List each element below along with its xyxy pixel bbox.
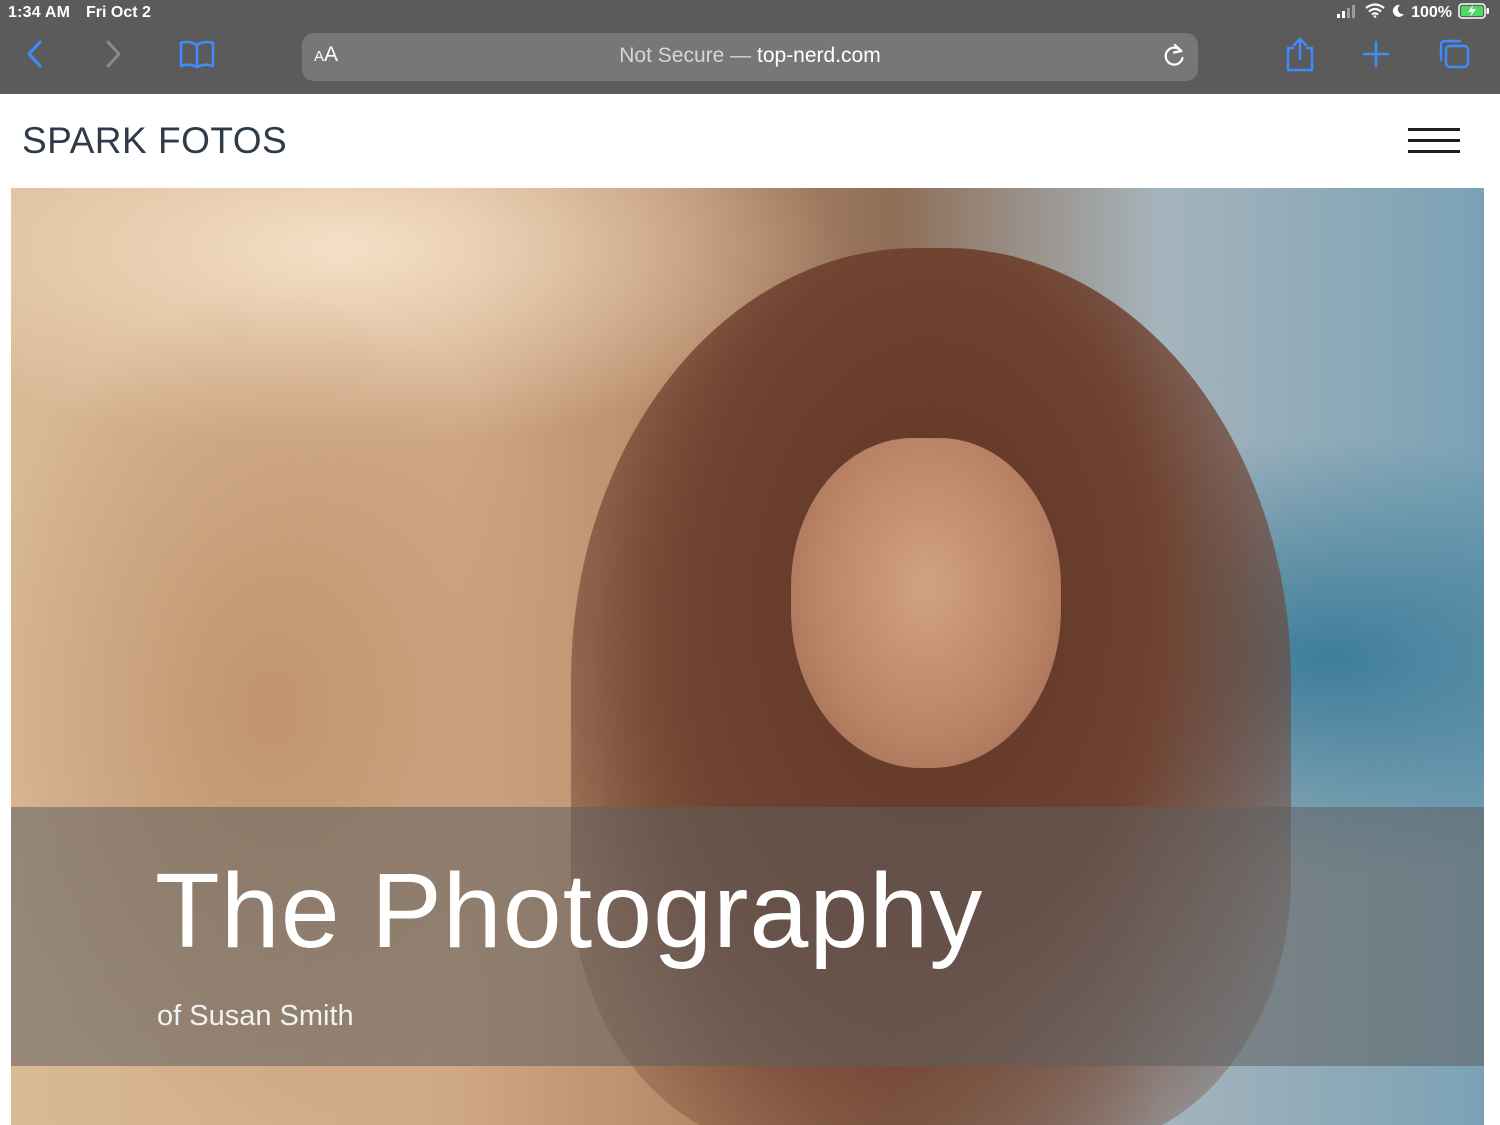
cellular-signal-icon <box>1337 4 1359 23</box>
back-icon <box>25 39 45 74</box>
reload-button[interactable] <box>1160 43 1188 71</box>
hamburger-menu-icon <box>1408 150 1460 153</box>
back-button[interactable] <box>15 38 55 74</box>
battery-percentage: 100% <box>1411 4 1452 21</box>
address-bar[interactable]: A A Not Secure — top-nerd.com <box>302 33 1198 81</box>
hamburger-menu-button[interactable] <box>1408 128 1460 156</box>
security-warning: Not Secure — <box>619 44 752 67</box>
wifi-icon <box>1365 3 1385 23</box>
safari-toolbar: A A Not Secure — top-nerd.com <box>0 26 1500 94</box>
bookmarks-icon <box>179 39 215 74</box>
hero-photo-subject-face <box>791 438 1061 768</box>
status-date: Fri Oct 2 <box>86 4 151 21</box>
site-header: SPARK FOTOS <box>0 94 1500 188</box>
share-button[interactable] <box>1280 36 1320 77</box>
tabs-overview-button[interactable] <box>1434 38 1474 74</box>
url-display[interactable]: Not Secure — top-nerd.com <box>302 44 1198 68</box>
forward-icon <box>103 39 123 74</box>
bookmarks-button[interactable] <box>177 38 217 74</box>
do-not-disturb-moon-icon <box>1391 4 1405 23</box>
hero-subtitle: of Susan Smith <box>157 1000 354 1032</box>
url-domain: top-nerd.com <box>757 44 881 67</box>
status-bar: 1:34 AM Fri Oct 2 100% <box>0 0 1500 26</box>
share-icon <box>1285 36 1315 77</box>
new-tab-button[interactable] <box>1356 38 1396 74</box>
reload-icon <box>1162 42 1186 73</box>
battery-charging-icon <box>1458 2 1490 24</box>
browser-chrome: 1:34 AM Fri Oct 2 100% A A Not Secure — … <box>0 0 1500 94</box>
hamburger-menu-icon <box>1408 128 1460 131</box>
status-time: 1:34 AM <box>8 4 71 21</box>
tabs-icon <box>1437 38 1471 75</box>
hero-title: The Photography <box>155 852 984 970</box>
site-logo[interactable]: SPARK FOTOS <box>22 120 287 162</box>
status-indicators: 100% <box>1337 2 1490 24</box>
forward-button[interactable] <box>93 38 133 74</box>
new-tab-icon <box>1362 40 1390 73</box>
hero-image: The Photography of Susan Smith <box>11 188 1484 1125</box>
hamburger-menu-icon <box>1408 139 1460 142</box>
